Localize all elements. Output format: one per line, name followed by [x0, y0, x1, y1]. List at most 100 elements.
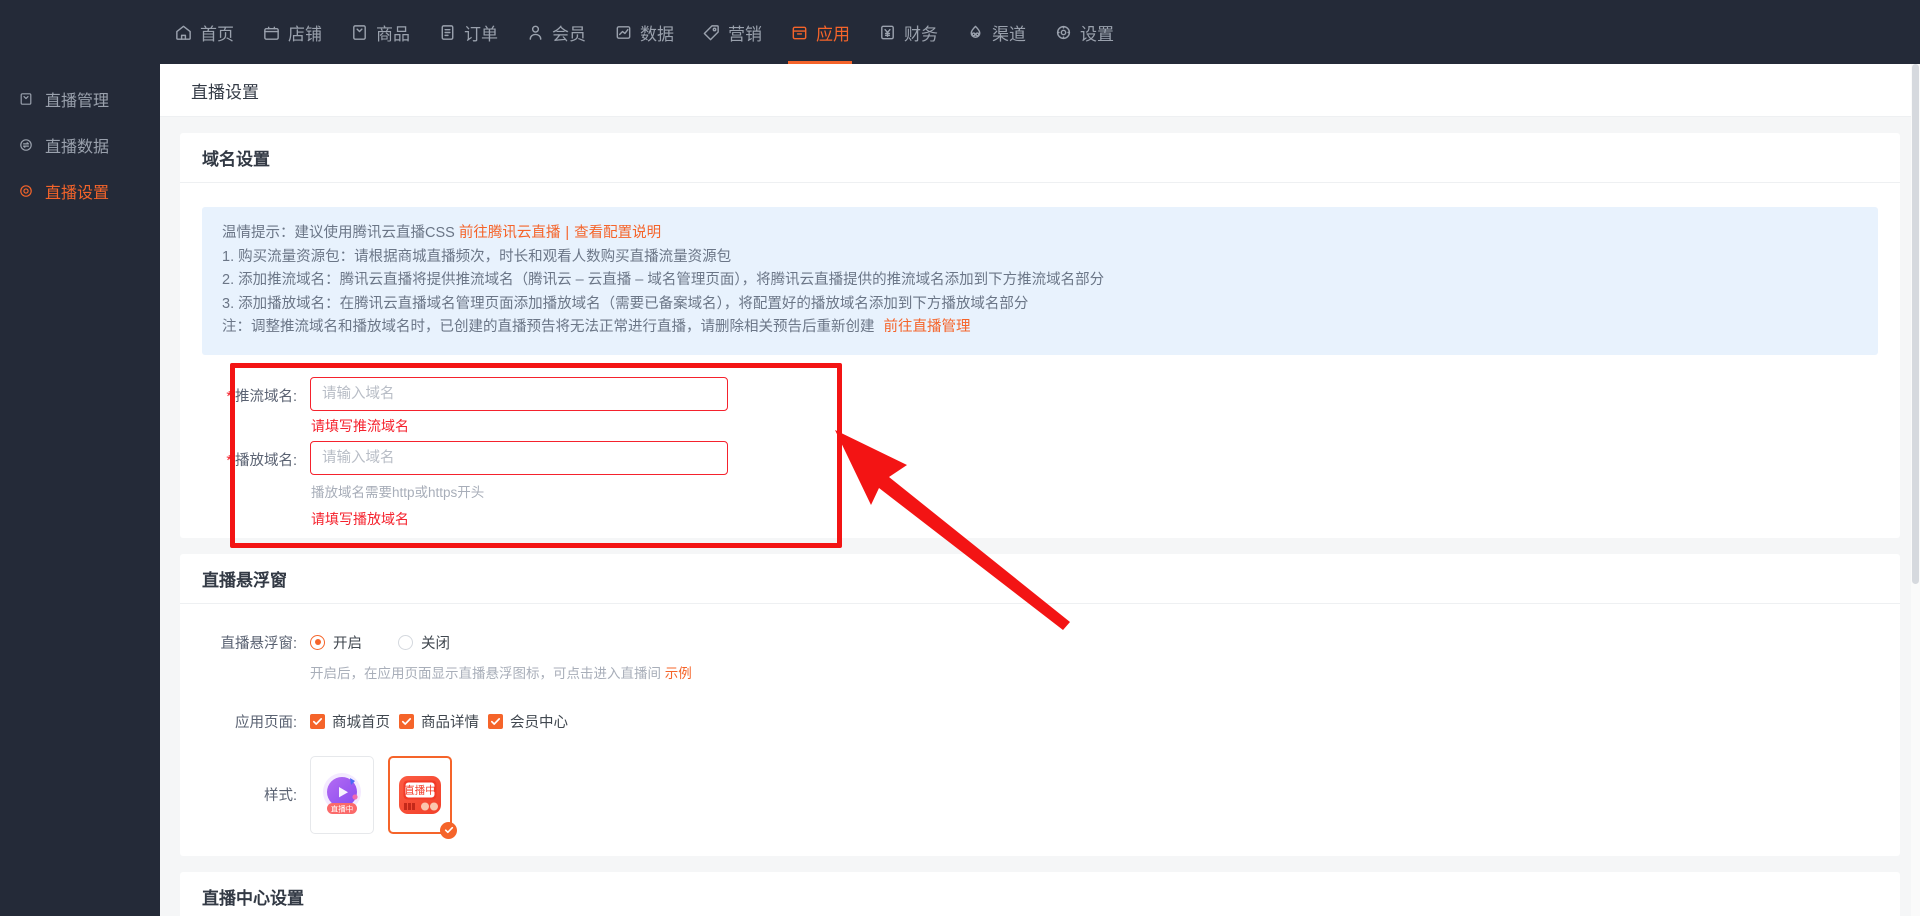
- nav-item-应用[interactable]: 应用: [776, 0, 864, 64]
- red-tv-live-icon: 直播中: [399, 775, 441, 814]
- app-icon: [790, 23, 809, 42]
- domain-form: *推流域名: 请填写推流域名 *播放域名: 播放域名需: [202, 355, 1878, 548]
- apply-pages-checkboxes: 商城首页 商品详情 会员中心: [310, 711, 577, 732]
- sidebar-item-直播数据[interactable]: 直播数据: [0, 122, 160, 168]
- nav-item-设置[interactable]: 设置: [1040, 0, 1128, 64]
- apply-page-option-商品详情[interactable]: 商品详情: [399, 711, 479, 732]
- push-domain-control: 请填写推流域名: [310, 376, 728, 439]
- tip-line-3: 3. 添加播放域名：在腾讯云直播域名管理页面添加播放域名（需要已备案域名），将配…: [222, 295, 1029, 312]
- config-doc-link[interactable]: 查看配置说明: [574, 225, 661, 241]
- nav-item-店铺[interactable]: 店铺: [248, 0, 336, 64]
- apply-page-option-商城首页[interactable]: 商城首页: [310, 711, 390, 732]
- apply-page-label: 会员中心: [510, 714, 568, 731]
- play-domain-error: 请填写播放域名: [311, 510, 409, 527]
- float-toggle-radios: 开启 关闭: [310, 632, 486, 653]
- sidebar: 直播管理直播数据 直播设置: [0, 64, 160, 916]
- tencent-cloud-live-link[interactable]: 前往腾讯云直播: [459, 225, 561, 241]
- nav-item-label: 首页: [200, 24, 234, 44]
- nav-item-营销[interactable]: 营销: [688, 0, 776, 64]
- nav-item-label: 会员: [552, 24, 586, 44]
- nav-item-数据[interactable]: 数据: [600, 0, 688, 64]
- nav-item-label: 订单: [464, 24, 498, 44]
- sidebar-item-label: 直播管理: [45, 93, 110, 110]
- tile-selected-check-icon: [440, 821, 457, 839]
- radio-dot: [398, 634, 413, 650]
- play-domain-label: * 播放域名:: [202, 441, 310, 470]
- style-tile-purple-play-badge[interactable]: 直播中: [310, 755, 374, 834]
- page-title: 直播设置: [191, 82, 259, 102]
- nav-left-spacer: [0, 32, 160, 33]
- nav-item-订单[interactable]: 订单: [424, 0, 512, 64]
- apply-page-option-会员中心[interactable]: 会员中心: [488, 711, 568, 732]
- nav-item-label: 营销: [728, 24, 762, 44]
- order-icon: [438, 23, 457, 42]
- domain-settings-body: 温情提示：建议使用腾讯云直播CSS 前往腾讯云直播 | 查看配置说明 1. 购买流量…: [180, 183, 1900, 548]
- nav-item-渠道[interactable]: 渠道: [952, 0, 1040, 64]
- play-domain-input[interactable]: [310, 440, 728, 475]
- shop-icon: [262, 23, 281, 42]
- nav-items-container: 首页 店铺 商品 订单 会员 数据 营销 应用 财务 渠道 设置: [160, 0, 1128, 64]
- tip-line-0-text: 温情提示：建议使用腾讯云直播CSS: [222, 225, 455, 241]
- style-label: 样式:: [263, 788, 297, 804]
- nav-item-首页[interactable]: 首页: [160, 0, 248, 64]
- checkbox-checked-icon[interactable]: [399, 713, 414, 729]
- float-toggle-row: 直播悬浮窗: 开启 关闭: [202, 628, 1878, 653]
- push-domain-label-text: 推流域名:: [234, 388, 297, 405]
- checkbox-checked-icon[interactable]: [488, 713, 503, 729]
- live-center-title: 直播中心设置: [180, 872, 1900, 916]
- nav-item-label: 财务: [904, 24, 938, 44]
- radio-dot: [310, 634, 325, 650]
- sidebar-item-直播管理[interactable]: 直播管理: [0, 76, 160, 122]
- float-window-card: 直播悬浮窗 直播悬浮窗: 开启 关闭 开启后，在应用页面显示直播悬浮图标，可点击进…: [180, 553, 1900, 856]
- member-icon: [526, 23, 545, 42]
- play-domain-label-text: 播放域名:: [234, 452, 297, 469]
- float-toggle-desc: 开启后，在应用页面显示直播悬浮图标，可点击进入直播间 示例: [310, 662, 692, 682]
- live-setting-icon: [18, 183, 34, 199]
- purple-live-avatar-icon: 直播中: [323, 772, 361, 814]
- tip-line-2: 2. 添加推流域名：腾讯云直播将提供推流域名（腾讯云 – 云直播 – 域名管理页…: [222, 272, 1105, 288]
- svg-text:直播中: 直播中: [404, 783, 436, 796]
- nav-item-label: 商品: [376, 24, 410, 44]
- chart-icon: [614, 23, 633, 42]
- float-radio-开启[interactable]: 开启: [310, 632, 362, 653]
- apply-page-label: 商品详情: [421, 714, 479, 731]
- float-toggle-desc-text: 开启后，在应用页面显示直播悬浮图标，可点击进入直播间: [310, 665, 661, 681]
- nav-item-label: 设置: [1080, 24, 1114, 44]
- float-toggle-desc-row: 开启后，在应用页面显示直播悬浮图标，可点击进入直播间 示例: [202, 653, 1878, 682]
- style-tile-red-tv-badge[interactable]: 直播中: [388, 755, 457, 839]
- content-scroll-region: 域名设置 温情提示：建议使用腾讯云直播CSS 前往腾讯云直播 | 查看配置说明 1.…: [160, 117, 1920, 916]
- nav-item-label: 渠道: [992, 24, 1026, 44]
- desc-spacer: [202, 662, 310, 682]
- scrollbar-thumb[interactable]: [1912, 64, 1919, 584]
- channel-icon: [966, 23, 985, 42]
- nav-item-label: 数据: [640, 24, 674, 44]
- float-toggle-label: 直播悬浮窗:: [220, 635, 297, 652]
- nav-item-商品[interactable]: 商品: [336, 0, 424, 64]
- push-domain-input[interactable]: [310, 376, 728, 411]
- float-example-link[interactable]: 示例: [665, 666, 692, 681]
- nav-item-财务[interactable]: 财务: [864, 0, 952, 64]
- tag-icon: [702, 23, 721, 42]
- live-manage-icon: [18, 91, 34, 107]
- vertical-scrollbar[interactable]: [1911, 64, 1920, 916]
- nav-item-会员[interactable]: 会员: [512, 0, 600, 64]
- float-radio-关闭[interactable]: 关闭: [398, 632, 450, 653]
- goods-icon: [350, 23, 369, 42]
- checkbox-checked-icon[interactable]: [310, 713, 325, 729]
- finance-icon: [878, 23, 897, 42]
- tip-line-1: 1. 购买流量资源包：请根据商城直播频次，时长和观看人数购买直播流量资源包: [222, 248, 732, 265]
- domain-settings-card: 域名设置 温情提示：建议使用腾讯云直播CSS 前往腾讯云直播 | 查看配置说明 1.…: [180, 133, 1900, 548]
- live-data-icon: [18, 137, 34, 153]
- play-domain-hint: 播放域名需要http或https开头: [311, 484, 485, 500]
- home-icon: [174, 23, 193, 42]
- svg-text:直播中: 直播中: [331, 803, 354, 813]
- sidebar-item-直播设置[interactable]: 直播设置: [0, 168, 160, 214]
- float-window-body: 直播悬浮窗: 开启 关闭 开启后，在应用页面显示直播悬浮图标，可点击进入直播间 示…: [180, 604, 1900, 856]
- play-domain-row: *播放域名: 播放域名需要http或https开头 请填写播放域名: [202, 440, 1878, 532]
- style-tiles: 直播中 直播中: [310, 755, 457, 839]
- goto-live-manage-link[interactable]: 前往直播管理: [884, 319, 971, 335]
- apply-pages-label: 应用页面:: [234, 714, 297, 731]
- tip-line-4-text: 注：调整推流域名和播放域名时，已创建的直播预告将无法正常进行直播，请删除相关预告…: [222, 319, 875, 335]
- apply-pages-row: 应用页面: 商城首页 商品详情 会员中心: [202, 711, 1878, 732]
- live-center-card: 直播中心设置 保存: [180, 871, 1900, 916]
